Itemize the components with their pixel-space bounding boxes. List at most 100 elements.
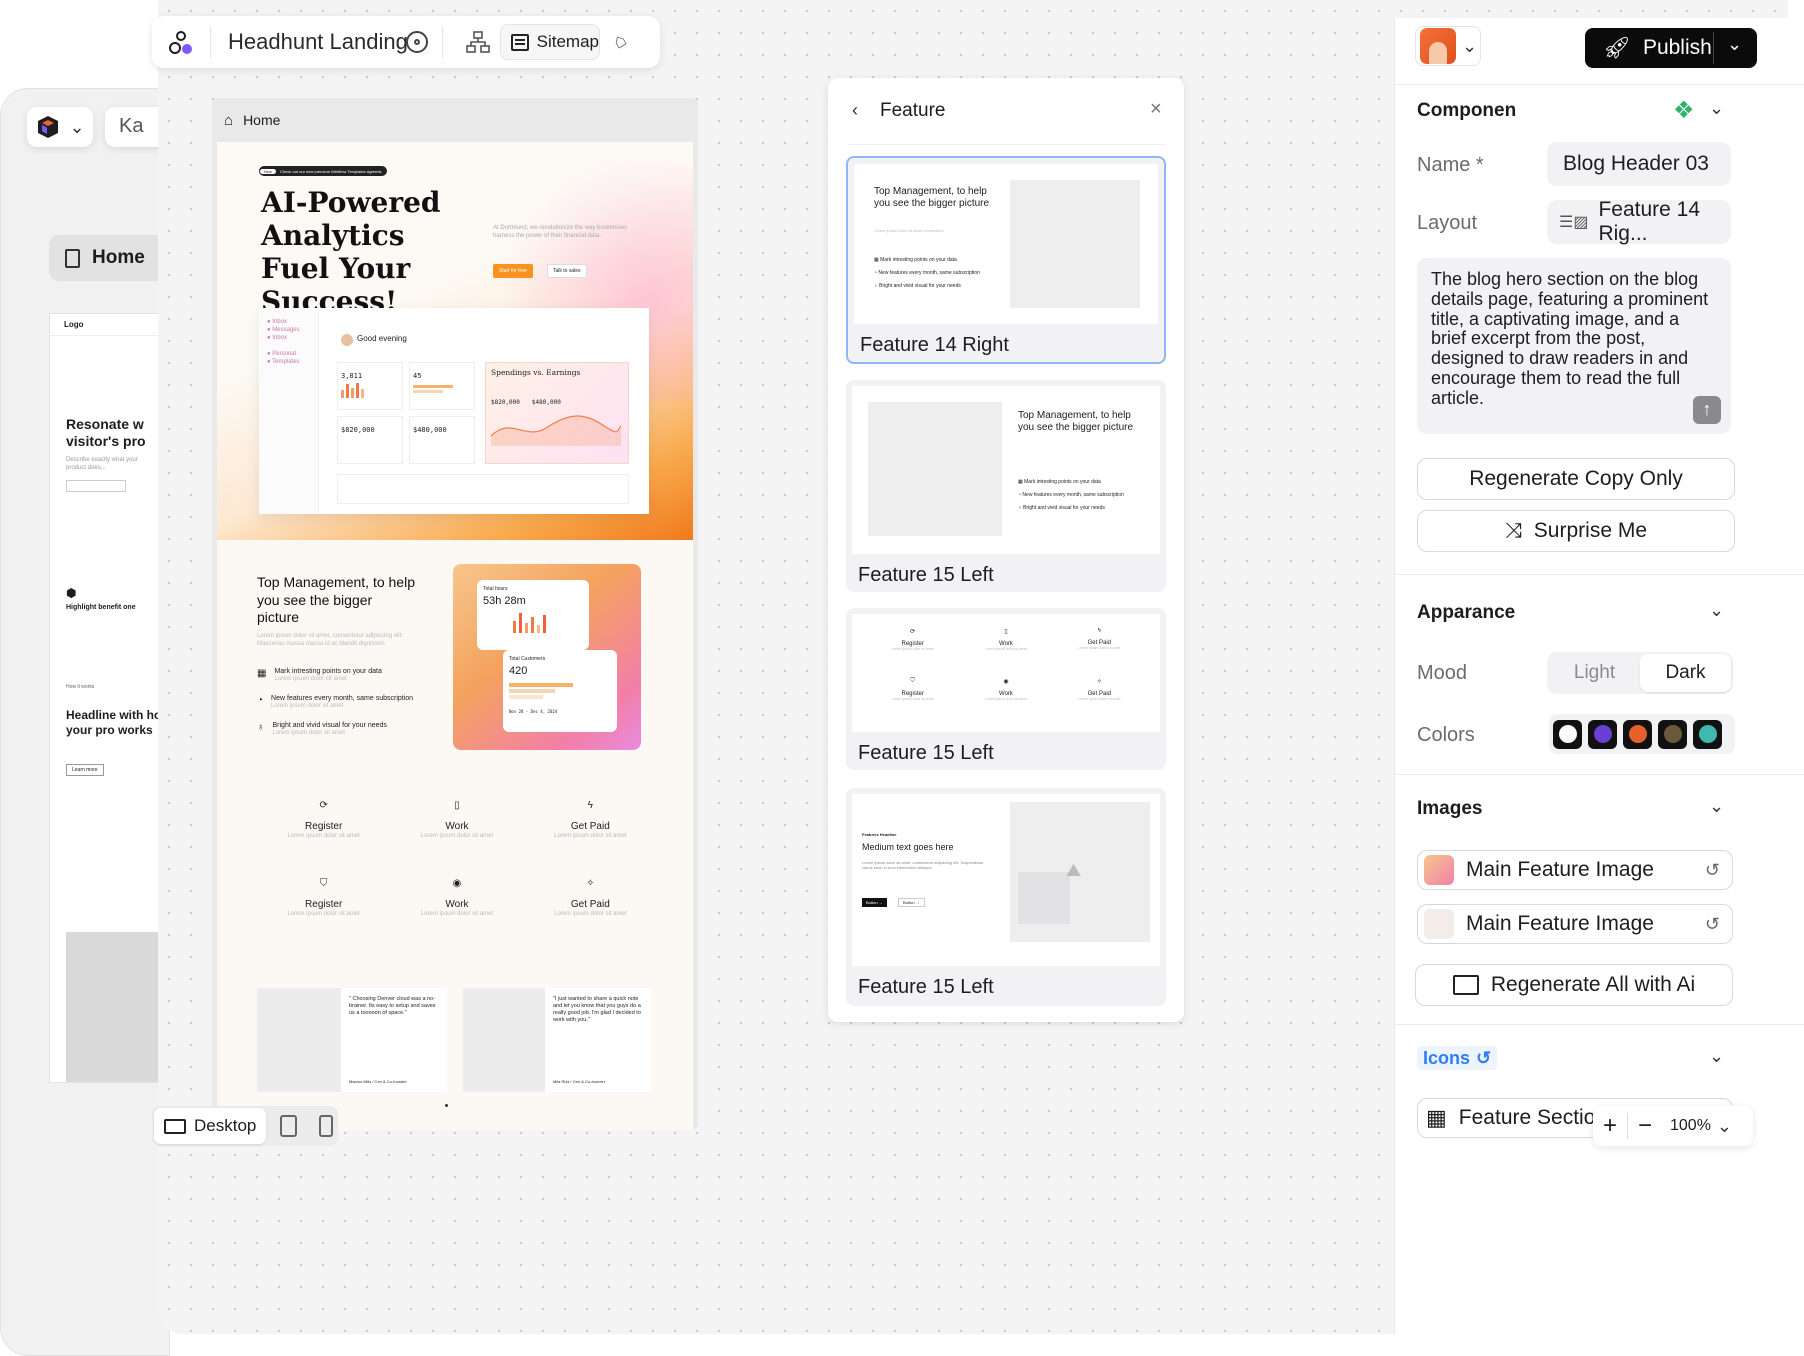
chevron-down-icon[interactable]: ⌄ xyxy=(1709,796,1724,817)
layout-card[interactable]: Top Management, to help you see the bigg… xyxy=(846,380,1166,592)
pin-icon: ◉ xyxy=(452,878,462,890)
bg-shield-icon: ⬢ xyxy=(66,586,77,600)
image-placeholder xyxy=(868,402,1002,536)
hero-section: New Check out our new premium Webflow Te… xyxy=(217,142,693,540)
zoom-out-button[interactable]: − xyxy=(1628,1112,1662,1140)
hero-title: AI-Powered Analytics Fuel Your Success! xyxy=(261,186,441,319)
tablet-icon[interactable] xyxy=(280,1115,298,1137)
mood-toggle: Light Dark xyxy=(1547,652,1733,694)
chevron-down-icon[interactable]: ⌄ xyxy=(1709,98,1724,119)
feature-list: ▦ Mark intresting points on your data Lore… xyxy=(257,668,414,737)
swatch[interactable] xyxy=(1553,719,1582,749)
swatch[interactable] xyxy=(1588,719,1617,749)
swatch[interactable] xyxy=(1623,719,1652,749)
hierarchy-icon[interactable] xyxy=(466,31,490,53)
hero-cta-secondary[interactable]: Talk to sales xyxy=(547,264,587,278)
calendar-icon: ▦ xyxy=(874,257,879,263)
description-textarea[interactable]: The blog hero section on the blog detail… xyxy=(1417,258,1731,434)
swatch[interactable] xyxy=(1693,719,1722,749)
phone-icon: ▯ xyxy=(1004,629,1008,635)
calendar-icon: ▦ xyxy=(257,668,267,679)
close-icon[interactable]: × xyxy=(1150,98,1162,121)
layout-card[interactable]: Features Headline Medium text goes here … xyxy=(846,788,1166,1006)
bg-app-switcher[interactable]: ⌄ xyxy=(27,107,93,147)
top-toolbar: Headhunt Landing Sitemap ⌂ xyxy=(152,16,660,68)
feature-layout-panel: ‹ Feature × Top Management, to help you … xyxy=(828,78,1184,1022)
spendings-chart: Spendings vs. Earnings $820,000 $480,000 xyxy=(485,362,629,464)
chevron-down-icon[interactable]: ⌄ xyxy=(1727,34,1742,55)
viewport-switcher: Desktop xyxy=(152,1106,338,1146)
zoom-in-button[interactable]: + xyxy=(1593,1112,1627,1140)
hero-cta-primary[interactable]: Start for free xyxy=(493,264,533,278)
dashboard-mockup: ● Inbox ● Messages ● Inbox ● Personal ● Temp… xyxy=(259,308,649,514)
mood-light-option[interactable]: Light xyxy=(1549,662,1640,684)
refresh-icon: ⟳ xyxy=(910,629,916,635)
undo-icon[interactable]: ↺ xyxy=(1705,860,1720,881)
zoom-control: + − 100% ⌄ xyxy=(1593,1106,1753,1146)
calendar-icon: ▦ xyxy=(1426,1105,1447,1130)
publish-button[interactable]: 🚀︎ Publish ⌄ xyxy=(1585,28,1757,68)
feature-section-preview: Top Management, to help you see the bigg… xyxy=(217,540,693,1130)
properties-sidebar: ⌄ 🚀︎ Publish ⌄ Componen ❖ ⌄ Name * Blog … xyxy=(1394,18,1804,1334)
icons-heading[interactable]: Icons ↺ xyxy=(1417,1046,1498,1070)
image-icon xyxy=(1452,975,1479,995)
mobile-icon[interactable] xyxy=(319,1115,334,1137)
desktop-view-button[interactable]: Desktop xyxy=(154,1108,267,1144)
background-window: ⌄ Ka Home Logo Resonate w visitor's pro … xyxy=(0,88,179,1356)
layout-card[interactable]: ⟳ Register Lorem ipsum dolor sit amet ▯ Wor… xyxy=(846,608,1166,770)
laptop-icon xyxy=(164,1118,186,1134)
pin-icon: ◉ xyxy=(1003,679,1009,685)
sitemap-button[interactable]: Sitemap xyxy=(500,24,600,60)
layout-select[interactable]: ☰▨ Feature 14 Rig... xyxy=(1547,198,1731,245)
shield-icon: ⛉ xyxy=(319,878,328,890)
name-field[interactable]: Blog Header 03 xyxy=(1547,142,1731,186)
undo-icon: ↺ xyxy=(1476,1047,1492,1068)
shield-icon: ⛉ xyxy=(910,678,915,684)
chevron-down-icon: ⌄ xyxy=(69,116,85,137)
bulb-icon: ♁ xyxy=(874,283,878,289)
image-row[interactable]: Main Feature Image ↺ xyxy=(1417,904,1733,944)
layout-icon: ☰▨ xyxy=(1559,214,1589,231)
cube-logo-icon xyxy=(38,116,59,138)
chevron-down-icon[interactable]: ⌄ xyxy=(1717,1116,1732,1137)
avatar xyxy=(341,334,353,346)
color-swatches xyxy=(1549,714,1735,754)
home-icon[interactable]: ⌂ xyxy=(224,112,233,129)
project-title[interactable]: Headhunt Landing xyxy=(228,29,408,55)
settings-icon[interactable] xyxy=(406,31,428,53)
image-placeholder xyxy=(1010,180,1140,308)
bell-icon: ◔ xyxy=(1018,492,1022,498)
regenerate-copy-button[interactable]: Regenerate Copy Only xyxy=(1417,458,1735,500)
testimonial-card: " Choosing Denver cloud was a no-brainer… xyxy=(257,988,447,1092)
image-icon: ⛰ xyxy=(1066,860,1082,880)
image-thumbnail xyxy=(1424,909,1454,939)
regenerate-all-button[interactable]: Regenerate All with Ai xyxy=(1415,964,1733,1006)
avatar xyxy=(1420,28,1456,64)
swatch[interactable] xyxy=(1658,719,1687,749)
page-preview-frame[interactable]: ⌂ Home New Check out our new premium Web… xyxy=(212,98,698,1130)
component-icon[interactable]: ❖ xyxy=(1673,96,1695,125)
image-row[interactable]: Main Feature Image ↺ xyxy=(1417,850,1733,890)
undo-icon[interactable]: ↺ xyxy=(1705,914,1720,935)
arrow-up-icon[interactable]: ↑ xyxy=(1693,396,1721,424)
bolt-icon: ϟ xyxy=(587,800,593,811)
bulb-icon: ♁ xyxy=(257,722,265,734)
surprise-me-button[interactable]: ⤨ Surprise Me xyxy=(1417,510,1735,552)
bell-icon: ◔ xyxy=(874,270,878,276)
mood-dark-option[interactable]: Dark xyxy=(1640,654,1731,692)
page-icon xyxy=(65,248,80,268)
user-menu[interactable]: ⌄ xyxy=(1415,26,1481,66)
chevron-down-icon[interactable]: ⌄ xyxy=(1709,600,1724,621)
breadcrumb: ⌂ Home xyxy=(224,111,281,129)
announcement-bar[interactable]: New Check out our new premium Webflow Te… xyxy=(259,166,388,176)
tag-icon[interactable]: ⌂ xyxy=(609,29,631,55)
sitemap-icon xyxy=(511,33,529,51)
sparkle-icon: ✧ xyxy=(586,878,595,890)
back-chevron-icon[interactable]: ‹ xyxy=(852,100,858,121)
phone-icon: ▯ xyxy=(454,800,460,811)
layout-card-selected[interactable]: Top Management, to help you see the bigg… xyxy=(846,156,1166,364)
chevron-down-icon[interactable]: ⌄ xyxy=(1709,1046,1724,1067)
workspace-logo-icon[interactable] xyxy=(168,30,194,56)
steps-grid: ⟳ Register Lorem ipsum dolor sit amet ▯ Wor… xyxy=(257,800,657,918)
feature-image: Total hours 53h 28m Total Customers 420 … xyxy=(453,564,641,750)
